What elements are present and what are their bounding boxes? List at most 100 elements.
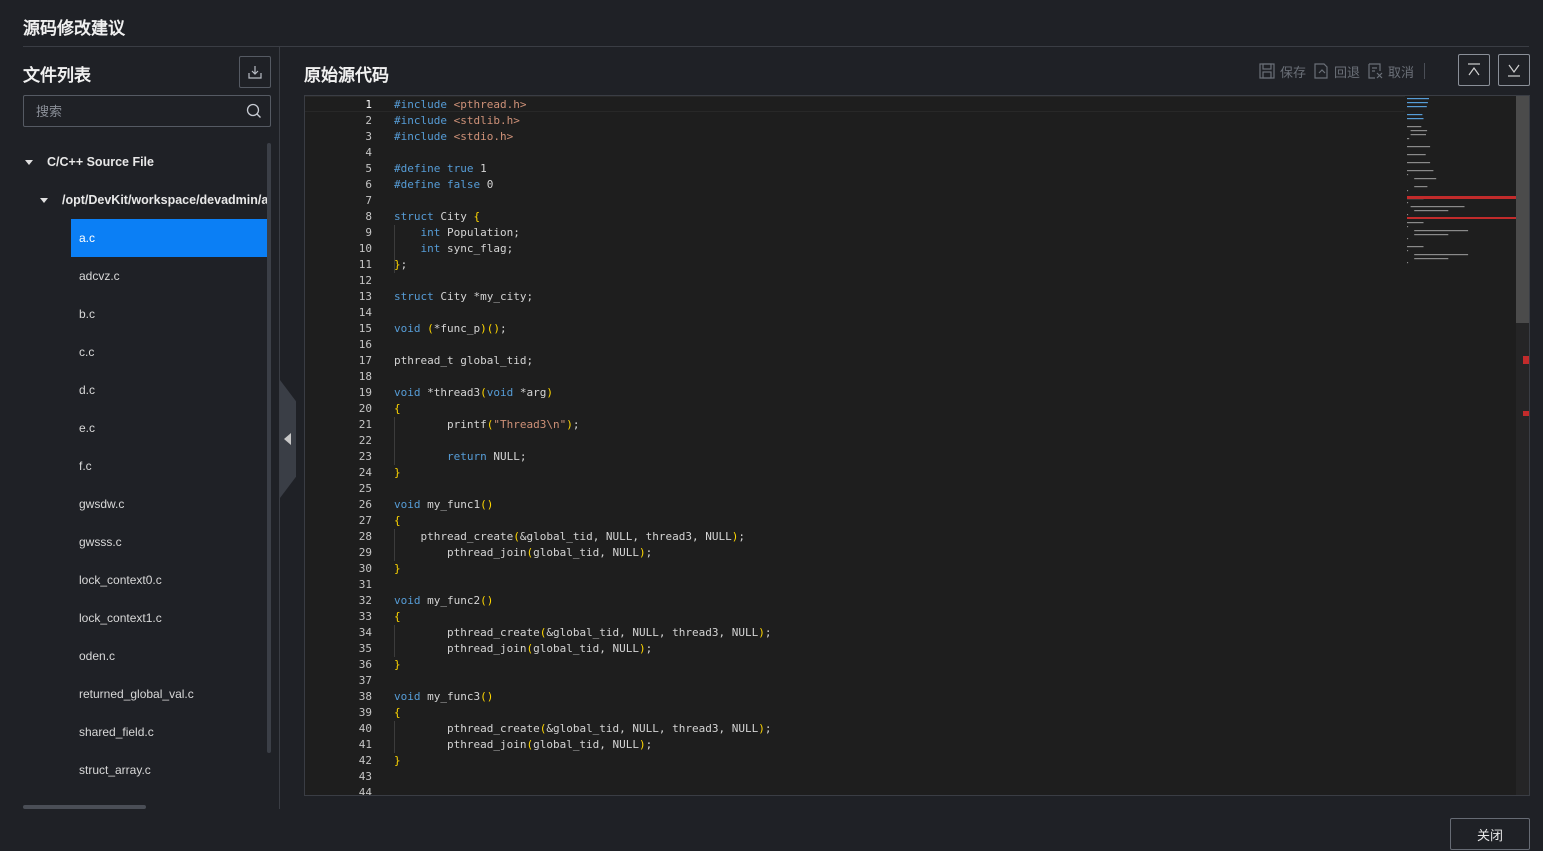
file-item[interactable]: b.c [71, 295, 268, 333]
line-code: { [394, 402, 401, 415]
line-number: 27 [358, 514, 372, 527]
line-code: #include <stdio.h> [394, 130, 514, 143]
line-number: 38 [358, 690, 372, 703]
tree-node-source-file[interactable]: C/C++ Source File [25, 143, 154, 181]
file-item[interactable]: f.c [71, 447, 268, 485]
error-marker[interactable] [1523, 411, 1529, 416]
collapse-panel-handle[interactable] [280, 380, 296, 498]
file-item[interactable]: shared_field.c [71, 713, 268, 751]
minimap-line [1410, 134, 1426, 136]
minimap-line [1407, 114, 1423, 116]
line-number: 35 [358, 642, 372, 655]
tree-node-path[interactable]: /opt/DevKit/workspace/devadmin/a [40, 181, 268, 219]
line-code: pthread_join(global_tid, NULL); [394, 738, 653, 751]
minimap-line [1407, 226, 1409, 228]
file-item[interactable]: d.c [71, 371, 268, 409]
minimap-line [1414, 258, 1449, 260]
line-number: 4 [365, 146, 372, 159]
line-code: pthread_join(global_tid, NULL); [394, 642, 653, 655]
revert-button[interactable]: 回退 [1312, 62, 1360, 81]
file-item[interactable]: returned_global_val.c [71, 675, 268, 713]
minimap-line [1407, 214, 1409, 216]
line-code: printf("Thread3\n"); [394, 418, 580, 431]
save-icon [1259, 63, 1275, 79]
cancel-icon [1368, 63, 1383, 79]
line-number: 1 [365, 98, 372, 111]
tree-horizontal-scrollbar[interactable] [23, 805, 146, 809]
line-number: 30 [358, 562, 372, 575]
minimap-error-highlight [1407, 196, 1516, 199]
minimap-line [1414, 234, 1449, 236]
indent-guide [394, 225, 395, 273]
file-item[interactable]: gwsdw.c [71, 485, 268, 523]
search-input[interactable] [24, 96, 234, 126]
line-number: 26 [358, 498, 372, 511]
line-number: 5 [365, 162, 372, 175]
file-item[interactable]: a.c [71, 219, 268, 257]
caret-down-icon [40, 197, 48, 203]
save-button[interactable]: 保存 [1258, 62, 1306, 81]
line-number: 34 [358, 626, 372, 639]
file-item[interactable]: oden.c [71, 637, 268, 675]
line-number: 18 [358, 370, 372, 383]
caret-down-icon [25, 159, 33, 165]
export-button[interactable] [239, 56, 271, 88]
line-code: } [394, 754, 401, 767]
line-number: 31 [358, 578, 372, 591]
file-item[interactable]: gwsss.c [71, 523, 268, 561]
tree-vertical-scrollbar[interactable] [267, 143, 271, 753]
code-editor[interactable]: 1 #include <pthread.h> 2 #include <stdlib.h… [304, 95, 1530, 796]
indent-guide [394, 721, 395, 753]
close-button[interactable]: 关闭 [1450, 818, 1530, 850]
line-number: 6 [365, 178, 372, 191]
minimap-line [1407, 102, 1428, 104]
line-code: { [394, 514, 401, 527]
minimap-line [1407, 262, 1409, 264]
minimap-line [1407, 202, 1409, 204]
indent-guide [394, 625, 395, 657]
minimap-line [1414, 230, 1469, 232]
file-item[interactable]: c.c [71, 333, 268, 371]
minimap-line [1407, 126, 1422, 128]
previous-suggestion-button[interactable] [1458, 54, 1490, 86]
minimap-line [1407, 238, 1409, 240]
line-code: #include <stdlib.h> [394, 114, 520, 127]
line-number: 36 [358, 658, 372, 671]
minimap-line [1410, 206, 1465, 208]
line-code: { [394, 610, 401, 623]
download-icon [248, 66, 262, 79]
minimap-line [1407, 154, 1426, 156]
editor-scroll-thumb[interactable] [1516, 96, 1529, 323]
chevron-down-icon [1508, 64, 1520, 77]
editor-vertical-scrollbar[interactable] [1516, 96, 1529, 795]
line-code: pthread_create(&global_tid, NULL, thread… [394, 530, 746, 543]
next-suggestion-button[interactable] [1498, 54, 1530, 86]
code-toolbar: 保存 回退 取消 [1258, 61, 1426, 81]
line-code: void *thread3(void *arg) [394, 386, 553, 399]
minimap-line [1407, 146, 1431, 148]
line-number: 8 [365, 210, 372, 223]
file-item[interactable]: struct_array.c [71, 751, 268, 789]
line-code: } [394, 658, 401, 671]
error-marker[interactable] [1523, 356, 1529, 364]
indent-guide [394, 529, 395, 561]
minimap-line [1410, 130, 1428, 132]
line-code: } [394, 562, 401, 575]
line-number: 19 [358, 386, 372, 399]
minimap-line [1407, 174, 1409, 176]
file-item[interactable]: lock_context0.c [71, 561, 268, 599]
file-item[interactable]: e.c [71, 409, 268, 447]
chevron-up-icon [1468, 63, 1480, 76]
file-item[interactable]: adcvz.c [71, 257, 268, 295]
cancel-button[interactable]: 取消 [1366, 62, 1414, 81]
line-number: 37 [358, 674, 372, 687]
code-minimap[interactable] [1402, 96, 1516, 296]
file-item[interactable]: lock_context1.c [71, 599, 268, 637]
search-icon[interactable] [246, 103, 262, 119]
tree-node-label: C/C++ Source File [47, 155, 154, 169]
line-code: struct City { [394, 210, 481, 223]
line-code: pthread_create(&global_tid, NULL, thread… [394, 626, 772, 639]
minimap-error-highlight [1407, 217, 1516, 219]
chevron-left-icon [283, 433, 291, 445]
revert-icon [1314, 63, 1328, 79]
